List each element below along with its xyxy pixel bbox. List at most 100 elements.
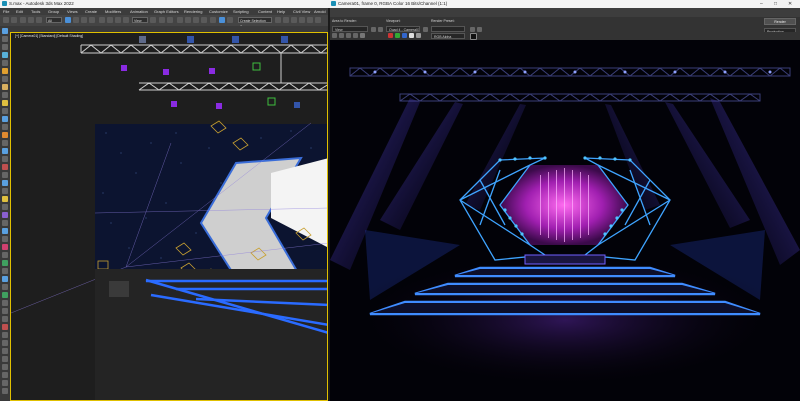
- clone-frame-icon[interactable]: [346, 33, 351, 38]
- menu-item[interactable]: Group: [48, 9, 59, 14]
- circle-icon[interactable]: [2, 188, 8, 194]
- menu-item[interactable]: Help: [277, 9, 285, 14]
- select-move-icon[interactable]: [99, 17, 105, 23]
- modify-icon[interactable]: [2, 36, 8, 42]
- display-icon[interactable]: [2, 60, 8, 66]
- group-icon[interactable]: [2, 348, 8, 354]
- cylinder-icon[interactable]: [2, 156, 8, 162]
- print-icon[interactable]: [353, 33, 358, 38]
- undo-icon[interactable]: [3, 17, 9, 23]
- menu-item[interactable]: Graph Editors: [154, 9, 179, 14]
- isolate-icon[interactable]: [2, 372, 8, 378]
- menu-item[interactable]: Animation: [130, 9, 148, 14]
- twist-icon[interactable]: [2, 260, 8, 266]
- arc-icon[interactable]: [2, 196, 8, 202]
- spacing-tool-icon[interactable]: [2, 332, 8, 338]
- snaps-toggle-icon[interactable]: [177, 17, 183, 23]
- spinner-snap-icon[interactable]: [201, 17, 207, 23]
- array-icon[interactable]: [2, 324, 8, 330]
- link-icon[interactable]: [20, 17, 26, 23]
- star-icon[interactable]: [2, 212, 8, 218]
- menu-item[interactable]: Scripting: [233, 9, 249, 14]
- copy-image-icon[interactable]: [339, 33, 344, 38]
- bend-icon[interactable]: [2, 244, 8, 250]
- symmetry-icon[interactable]: [2, 284, 8, 290]
- redo-icon[interactable]: [11, 17, 17, 23]
- sphere-icon[interactable]: [2, 84, 8, 90]
- bind-space-warp-icon[interactable]: [36, 17, 42, 23]
- chamfer-icon[interactable]: [2, 316, 8, 322]
- green-channel-icon[interactable]: [395, 33, 400, 38]
- menu-item[interactable]: Rendering: [184, 9, 202, 14]
- uvw-map-icon[interactable]: [2, 292, 8, 298]
- freeze-icon[interactable]: [2, 364, 8, 370]
- rectangular-selection-icon[interactable]: [81, 17, 87, 23]
- material-editor-icon[interactable]: [307, 17, 313, 23]
- hide-icon[interactable]: [2, 356, 8, 362]
- utilities-icon[interactable]: [2, 68, 8, 74]
- close-icon[interactable]: ✕: [788, 1, 792, 7]
- maximize-icon[interactable]: □: [774, 1, 777, 7]
- curve-editor-icon[interactable]: [291, 17, 297, 23]
- selection-filter-dropdown[interactable]: All: [46, 17, 62, 23]
- alpha-channel-icon[interactable]: [409, 33, 414, 38]
- save-image-icon[interactable]: [332, 33, 337, 38]
- menu-item[interactable]: Create: [85, 9, 97, 14]
- select-rotate-icon[interactable]: [107, 17, 113, 23]
- mirror-icon[interactable]: [219, 17, 225, 23]
- blue-channel-icon[interactable]: [402, 33, 407, 38]
- color-swatch-icon[interactable]: [470, 33, 477, 40]
- pan-icon[interactable]: [2, 388, 8, 394]
- menu-item[interactable]: File: [3, 9, 9, 14]
- camera-viewport[interactable]: [+] [Camera01] [Standard] [Default Shadi…: [10, 32, 328, 401]
- minimize-icon[interactable]: –: [760, 1, 763, 7]
- spline-icon[interactable]: [2, 172, 8, 178]
- layer-explorer-icon[interactable]: [283, 17, 289, 23]
- clone-icon[interactable]: [2, 340, 8, 346]
- cone-icon[interactable]: [2, 148, 8, 154]
- shell-icon[interactable]: [2, 276, 8, 282]
- menu-item[interactable]: Modifiers: [105, 9, 121, 14]
- scene-explorer-icon[interactable]: [275, 17, 281, 23]
- red-channel-icon[interactable]: [388, 33, 393, 38]
- camera-icon[interactable]: [2, 108, 8, 114]
- unlink-icon[interactable]: [28, 17, 34, 23]
- torus-icon[interactable]: [2, 140, 8, 146]
- menu-item[interactable]: Edit: [16, 9, 23, 14]
- lathe-icon[interactable]: [2, 236, 8, 242]
- menu-item[interactable]: Tools: [31, 9, 40, 14]
- ngon-icon[interactable]: [2, 204, 8, 210]
- zoom-extents-icon[interactable]: [2, 380, 8, 386]
- angle-snap-icon[interactable]: [185, 17, 191, 23]
- select-by-name-icon[interactable]: [73, 17, 79, 23]
- create-icon[interactable]: [2, 28, 8, 34]
- window-crossing-icon[interactable]: [89, 17, 95, 23]
- motion-icon[interactable]: [2, 52, 8, 58]
- named-selection-dropdown[interactable]: Create Selection Se: [238, 17, 272, 29]
- schematic-view-icon[interactable]: [299, 17, 305, 23]
- menu-item[interactable]: Customize: [209, 9, 228, 14]
- edit-poly-icon[interactable]: [2, 300, 8, 306]
- menu-item[interactable]: Arnold: [314, 9, 326, 14]
- taper-icon[interactable]: [2, 252, 8, 258]
- snap-icon[interactable]: [2, 76, 8, 82]
- render-setup-icon[interactable]: [315, 17, 321, 23]
- reference-coordinate-dropdown[interactable]: View: [132, 17, 148, 23]
- menu-item[interactable]: Content: [258, 9, 272, 14]
- edit-named-selection-icon[interactable]: [210, 17, 216, 23]
- select-manipulate-icon[interactable]: [159, 17, 165, 23]
- extrude-icon[interactable]: [2, 228, 8, 234]
- select-scale-icon[interactable]: [115, 17, 121, 23]
- text-shape-icon[interactable]: [2, 180, 8, 186]
- pivot-center-icon[interactable]: [150, 17, 156, 23]
- menu-item[interactable]: Civil View: [293, 9, 310, 14]
- select-object-icon[interactable]: [65, 17, 71, 23]
- noise-icon[interactable]: [2, 268, 8, 274]
- align-icon[interactable]: [227, 17, 233, 23]
- monochrome-icon[interactable]: [416, 33, 421, 38]
- render-type-dropdown[interactable]: RGB Alpha: [431, 33, 465, 39]
- system-icon[interactable]: [2, 132, 8, 138]
- plane-icon[interactable]: [2, 164, 8, 170]
- turbosmooth-icon[interactable]: [2, 308, 8, 314]
- select-place-icon[interactable]: [123, 17, 129, 23]
